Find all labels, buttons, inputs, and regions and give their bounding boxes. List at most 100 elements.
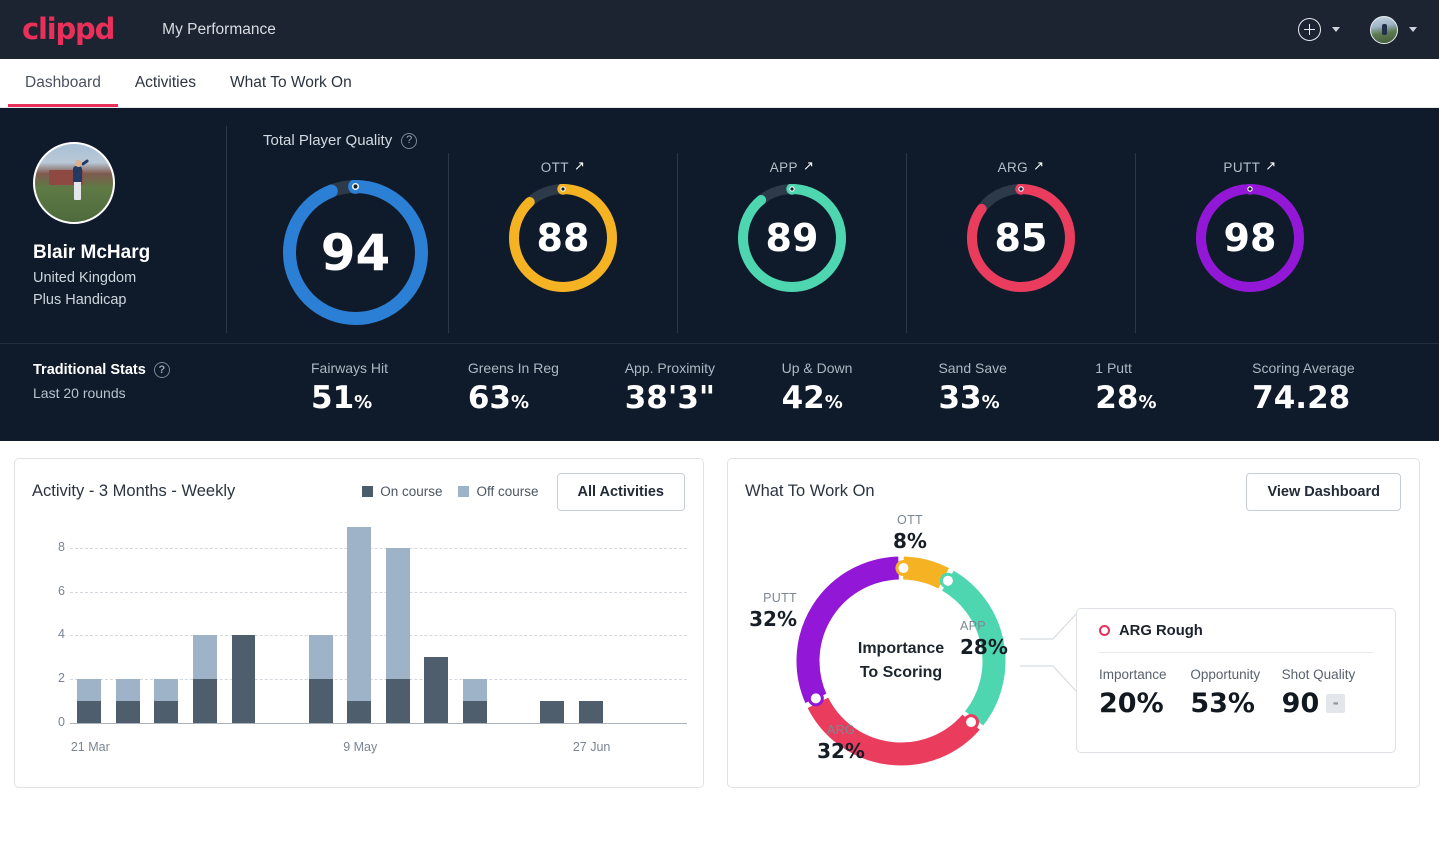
traditional-stats-label: Traditional Stats ? Last 20 rounds: [33, 360, 311, 401]
bar-segment-on-course: [115, 700, 140, 723]
tab-what-to-work-on-label: What To Work On: [229, 74, 352, 91]
arg-ring: 85: [967, 183, 1075, 292]
metric-value: 20%: [1099, 687, 1164, 719]
bar-segment-on-course: [578, 700, 603, 723]
stat-unit: %: [1138, 392, 1157, 413]
chart-bar[interactable]: [347, 526, 372, 723]
tab-activities[interactable]: Activities: [118, 59, 213, 107]
performance-hero: Blair McHarg United Kingdom Plus Handica…: [0, 108, 1439, 441]
bar-segment-off-course: [462, 679, 487, 701]
avatar[interactable]: [1370, 15, 1398, 44]
stat-label: Up & Down: [781, 360, 853, 376]
wtw-body: Importance To Scoring OTT 8% APP 28% ARG…: [728, 511, 1419, 779]
metric-shot-quality: Shot Quality 90 -: [1282, 667, 1373, 719]
bar-segment-off-course: [77, 679, 102, 701]
view-dashboard-button[interactable]: View Dashboard: [1246, 472, 1401, 511]
detail-title: ARG Rough: [1119, 622, 1203, 639]
y-axis-tick: 2: [58, 670, 65, 685]
stat-unit: %: [981, 392, 1000, 413]
bar-segment-off-course: [115, 679, 140, 701]
donut-label-app: APP 28%: [960, 618, 1008, 659]
chart-bar[interactable]: [540, 700, 564, 723]
stat-value: 28: [1095, 380, 1139, 416]
chart-bar[interactable]: [77, 679, 102, 723]
legend-swatch-icon: [362, 486, 374, 498]
ring-value: 98: [1223, 216, 1277, 260]
legend-label: On course: [380, 484, 443, 500]
chart-bar[interactable]: [462, 679, 487, 723]
activity-card-title: Activity - 3 Months - Weekly: [32, 482, 236, 501]
legend-off-course: Off course: [458, 484, 539, 499]
stat-greens-in-reg: Greens In Reg 63%: [468, 360, 625, 415]
y-axis-tick: 4: [58, 627, 65, 642]
chevron-down-icon[interactable]: [1409, 27, 1417, 32]
dial-putt-label: PUTT ↗: [1223, 158, 1276, 175]
dial-ott-label: OTT ↗: [541, 158, 586, 175]
tab-bar: Dashboard Activities What To Work On: [0, 59, 1439, 108]
bar-segment-on-course: [193, 679, 217, 723]
donut-label-putt: PUTT 32%: [749, 590, 797, 631]
question-mark-icon[interactable]: ?: [153, 362, 170, 378]
chart-bar[interactable]: [578, 700, 603, 723]
chart-bar[interactable]: [193, 635, 217, 723]
what-to-work-on-card: What To Work On View Dashboard Importanc…: [727, 457, 1420, 788]
quality-dials: 94 OTT ↗ 88 APP ↗ 89 ARG ↗ 85 PUTT ↗ 98: [263, 153, 1439, 333]
total-player-quality-section: Total Player Quality ? 94 OTT ↗ 88 APP ↗…: [226, 126, 1439, 333]
chart-bar[interactable]: [231, 635, 256, 723]
topbar-actions: [1298, 15, 1417, 44]
metric-value: 53%: [1190, 687, 1255, 719]
trend-up-icon: ↗: [1033, 158, 1045, 173]
chart-bar[interactable]: [424, 657, 449, 723]
bar-segment-off-course: [154, 679, 179, 701]
stat-label: Scoring Average: [1252, 360, 1355, 376]
bar-segment-on-course: [154, 700, 179, 723]
dial-ott[interactable]: OTT ↗ 88: [448, 153, 677, 333]
stat-unit: %: [354, 392, 373, 413]
legend-swatch-icon: [458, 486, 470, 498]
stat-value: 42: [781, 380, 825, 416]
stat-label: App. Proximity: [624, 360, 715, 376]
question-mark-icon[interactable]: ?: [401, 132, 418, 149]
activity-bar-chart: 0 2 4 6 8 21 Mar 9 May 27 Jun: [23, 526, 693, 772]
bar-segment-on-course: [347, 700, 372, 723]
player-avatar[interactable]: [33, 142, 115, 224]
tab-what-to-work-on[interactable]: What To Work On: [213, 59, 369, 107]
traditional-stats-section: Traditional Stats ? Last 20 rounds Fairw…: [0, 343, 1439, 441]
clippd-logo[interactable]: clippd: [22, 15, 115, 44]
tab-dashboard[interactable]: Dashboard: [8, 59, 118, 107]
top-navigation-bar: clippd My Performance: [0, 0, 1439, 59]
ring-value: 89: [765, 216, 819, 260]
plus-circle-icon[interactable]: [1298, 18, 1321, 41]
wtw-card-title: What To Work On: [745, 482, 875, 501]
metric-label: Shot Quality: [1281, 666, 1356, 682]
player-profile: Blair McHarg United Kingdom Plus Handica…: [0, 126, 226, 333]
chart-bar[interactable]: [385, 548, 410, 723]
stat-unit: %: [511, 392, 530, 413]
x-axis-tick: 9 May: [343, 739, 378, 754]
chart-bar[interactable]: [115, 679, 140, 723]
all-activities-button[interactable]: All Activities: [556, 472, 685, 511]
dial-putt-name: PUTT: [1223, 159, 1261, 175]
stat-value: 51: [311, 380, 355, 416]
dial-total-player-quality[interactable]: 94: [263, 153, 448, 325]
chart-bar[interactable]: [308, 635, 333, 723]
x-axis-tick: 21 Mar: [70, 739, 110, 754]
dial-putt[interactable]: PUTT ↗ 98: [1135, 153, 1364, 333]
dial-app[interactable]: APP ↗ 89: [677, 153, 906, 333]
bar-segment-on-course: [385, 679, 410, 723]
stat-value: 33: [938, 380, 982, 416]
legend-on-course: On course: [362, 484, 442, 499]
donut-center-line1: Importance: [857, 640, 945, 658]
bar-segment-off-course: [308, 635, 333, 679]
ott-ring: 88: [509, 183, 617, 292]
stat-unit: %: [824, 392, 843, 413]
metric-importance: Importance 20%: [1099, 667, 1190, 719]
chart-bar[interactable]: [154, 679, 179, 723]
chevron-down-icon[interactable]: [1332, 27, 1340, 32]
y-axis-tick: 0: [58, 714, 65, 729]
shot-type-detail-panel: ARG Rough Importance 20% Opportunity 53%…: [1076, 607, 1396, 753]
dial-arg[interactable]: ARG ↗ 85: [906, 153, 1135, 333]
bar-segment-on-course: [308, 679, 333, 723]
trend-up-icon: ↗: [573, 158, 586, 173]
ring-value: 85: [994, 216, 1048, 260]
